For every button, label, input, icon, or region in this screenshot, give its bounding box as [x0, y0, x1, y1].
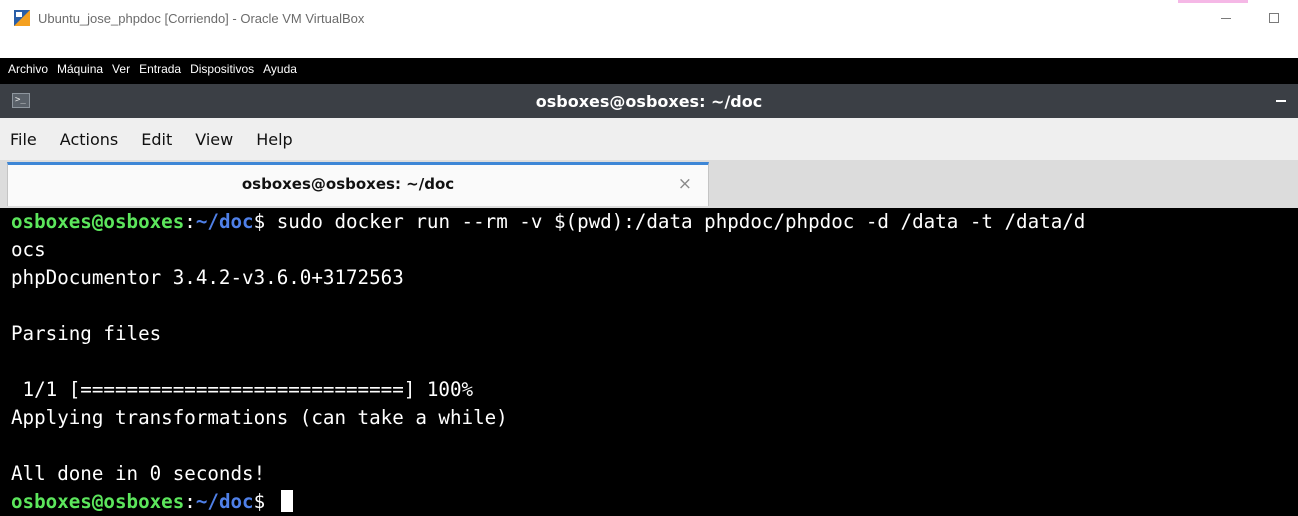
- version-line: phpDocumentor 3.4.2-v3.6.0+3172563: [11, 266, 404, 289]
- vbox-menu-ayuda[interactable]: Ayuda: [263, 62, 297, 76]
- prompt-user-host: osboxes@osboxes: [11, 490, 185, 513]
- vbox-menubar: Archivo Máquina Ver Entrada Dispositivos…: [0, 58, 1298, 80]
- vbox-menu-maquina[interactable]: Máquina: [57, 62, 103, 76]
- minimize-icon: [1221, 17, 1231, 19]
- command-line: osboxes@osboxes:~/doc$ sudo docker run -…: [11, 208, 1085, 236]
- window-controls: [1202, 0, 1298, 36]
- menu-help[interactable]: Help: [256, 130, 292, 149]
- command-wrap: ocs: [11, 238, 46, 261]
- tab-label: osboxes@osboxes: ~/doc: [241, 175, 455, 193]
- vbox-menu-dispositivos[interactable]: Dispositivos: [190, 62, 254, 76]
- prompt-path: ~/doc: [195, 490, 254, 513]
- command-text: sudo docker run --rm -v $(pwd):/data php…: [276, 210, 1086, 233]
- terminal-minimize-icon[interactable]: [1276, 100, 1286, 102]
- tab-bar: osboxes@osboxes: ~/doc ×: [0, 160, 1298, 208]
- minimize-button[interactable]: [1202, 0, 1250, 36]
- menu-actions[interactable]: Actions: [60, 130, 118, 149]
- terminal-menubar: File Actions Edit View Help: [0, 118, 1298, 160]
- terminal-output[interactable]: osboxes@osboxes:~/doc$ sudo docker run -…: [0, 208, 1298, 516]
- prompt-user-host: osboxes@osboxes: [11, 210, 185, 233]
- vbox-menu-archivo[interactable]: Archivo: [8, 62, 48, 76]
- transform-line: Applying transformations (can take a whi…: [11, 406, 508, 429]
- vbox-menu-ver[interactable]: Ver: [112, 62, 130, 76]
- maximize-icon: [1269, 13, 1279, 23]
- terminal-titlebar: >_ osboxes@osboxes: ~/doc: [0, 84, 1298, 118]
- vbox-window-title: Ubuntu_jose_phpdoc [Corriendo] - Oracle …: [38, 10, 365, 26]
- menu-edit[interactable]: Edit: [141, 130, 172, 149]
- vbox-menu-entrada[interactable]: Entrada: [139, 62, 181, 76]
- prompt-symbol: $: [253, 210, 277, 233]
- tab-close-icon[interactable]: ×: [678, 174, 692, 194]
- maximize-button[interactable]: [1250, 0, 1298, 36]
- prompt-separator: :: [184, 490, 196, 513]
- menu-file[interactable]: File: [10, 130, 37, 149]
- prompt-symbol: $: [253, 490, 277, 513]
- terminal-window-title: osboxes@osboxes: ~/doc: [535, 91, 763, 111]
- vbox-titlebar: Ubuntu_jose_phpdoc [Corriendo] - Oracle …: [0, 0, 1298, 36]
- vbox-menu-spacer: [0, 36, 1298, 58]
- text-cursor: [280, 490, 293, 512]
- current-prompt: osboxes@osboxes:~/doc$: [11, 488, 293, 516]
- prompt-path: ~/doc: [195, 210, 254, 233]
- terminal-tab[interactable]: osboxes@osboxes: ~/doc ×: [7, 162, 709, 206]
- prompt-separator: :: [184, 210, 196, 233]
- done-line: All done in 0 seconds!: [11, 462, 266, 485]
- menu-view[interactable]: View: [195, 130, 233, 149]
- virtualbox-logo-icon: [14, 10, 30, 26]
- parsing-line: Parsing files: [11, 322, 162, 345]
- terminal-icon: >_: [12, 93, 30, 108]
- progress-line: 1/1 [============================] 100%: [11, 378, 474, 401]
